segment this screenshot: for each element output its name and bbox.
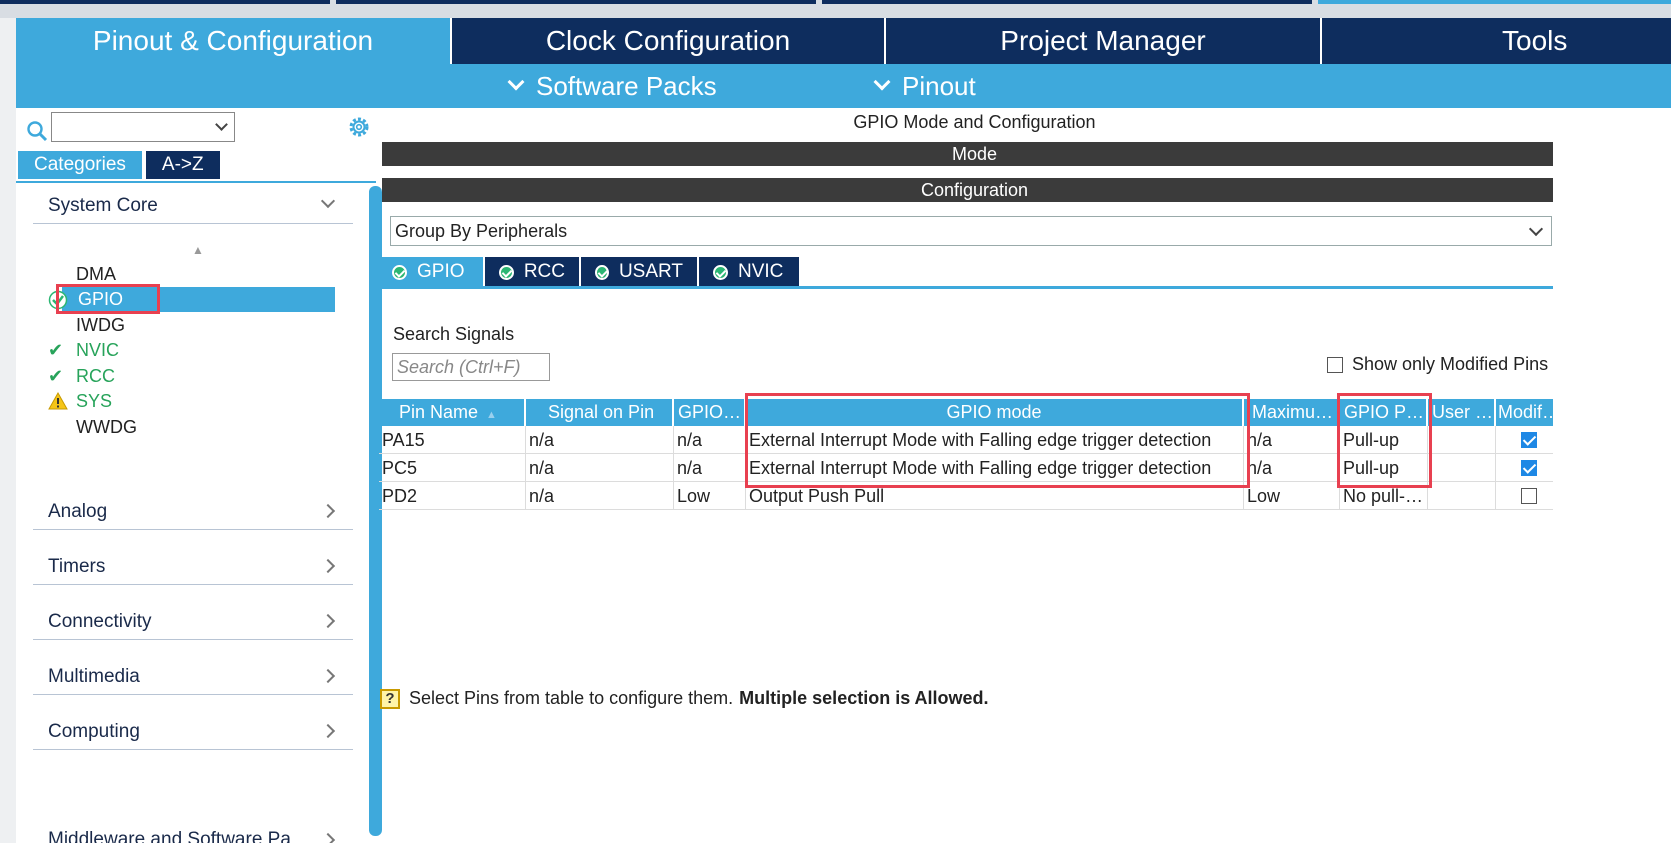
chevron-right-icon xyxy=(320,668,336,684)
col-header-user-label[interactable]: User … xyxy=(1428,399,1496,426)
chevron-right-icon xyxy=(320,723,336,739)
peripheral-tabs: GPIO RCC USART NVIC xyxy=(378,257,801,287)
cell-pin: PD2 xyxy=(379,482,526,510)
tab-categories[interactable]: Categories xyxy=(18,151,142,179)
check-icon: ✔ xyxy=(48,340,64,360)
check-circle-icon xyxy=(499,264,514,280)
highlight-box xyxy=(1337,393,1432,488)
check-circle-icon xyxy=(713,264,728,280)
tab-project-manager[interactable]: Project Manager xyxy=(886,18,1322,64)
warning-icon xyxy=(48,391,68,410)
list-item-dma[interactable]: DMA xyxy=(76,262,116,286)
chevron-down-icon xyxy=(320,193,336,209)
tab-nvic[interactable]: NVIC xyxy=(699,257,799,287)
chevron-down-icon xyxy=(1528,221,1544,237)
gear-icon[interactable] xyxy=(346,114,372,140)
divider xyxy=(378,286,1567,289)
category-system-core[interactable]: System Core xyxy=(33,188,353,224)
sort-icon: ▲ xyxy=(486,409,497,421)
col-header-pin-name[interactable]: Pin Name ▲ xyxy=(379,399,526,426)
check-circle-icon xyxy=(392,264,407,280)
category-connectivity[interactable]: Connectivity xyxy=(33,604,353,640)
search-label: Search Signals xyxy=(393,324,515,344)
tab-pinout-configuration[interactable]: Pinout & Configuration xyxy=(16,18,452,64)
col-header-gpio-output[interactable]: GPIO… xyxy=(674,399,746,426)
chevron-down-icon xyxy=(215,118,228,131)
highlight-box xyxy=(745,393,1250,488)
check-circle-icon xyxy=(595,264,609,280)
cell-signal: n/a xyxy=(526,482,674,510)
tab-gpio[interactable]: GPIO xyxy=(378,257,483,287)
modified-checkbox[interactable] xyxy=(1521,488,1537,504)
software-packs-menu[interactable]: Software Packs xyxy=(507,64,717,108)
tab-clock-configuration[interactable]: Clock Configuration xyxy=(452,18,886,64)
category-middleware[interactable]: Middleware and Software Pa xyxy=(33,768,353,843)
list-item-nvic[interactable]: ✔ NVIC xyxy=(48,338,119,362)
cell-pin: PA15 xyxy=(379,426,526,454)
list-item-rcc[interactable]: ✔ RCC xyxy=(48,364,115,388)
hint-message: ? Select Pins from table to configure th… xyxy=(380,688,989,709)
tab-usart[interactable]: USART xyxy=(581,257,697,287)
top-strip-segment xyxy=(336,0,816,4)
search-icon[interactable] xyxy=(26,120,48,142)
list-item-sys[interactable]: SYS xyxy=(48,389,112,413)
top-strip-segment xyxy=(0,0,330,4)
chevron-down-icon xyxy=(873,73,891,91)
cell-signal: n/a xyxy=(526,426,674,454)
top-strip-segment xyxy=(1318,0,1671,4)
left-gutter xyxy=(0,18,16,843)
right-panel: GPIO Mode and Configuration Mode Configu… xyxy=(378,108,1671,843)
modified-checkbox[interactable] xyxy=(1521,460,1537,476)
cell-speed: Low xyxy=(1244,482,1340,510)
mode-section-bar[interactable]: Mode xyxy=(382,142,1567,166)
cell-signal: n/a xyxy=(526,454,674,482)
search-select[interactable] xyxy=(51,112,235,142)
window-top-strip xyxy=(0,0,1671,18)
category-computing[interactable]: Computing xyxy=(33,714,353,750)
modified-checkbox[interactable] xyxy=(1521,432,1537,448)
cell-speed: n/a xyxy=(1244,426,1340,454)
main-tab-bar: Pinout & Configuration Clock Configurati… xyxy=(16,18,1671,64)
highlight-box xyxy=(56,284,160,314)
category-analog[interactable]: Analog xyxy=(33,494,353,530)
cell-output: n/a xyxy=(674,426,746,454)
help-icon: ? xyxy=(380,688,400,709)
category-timers[interactable]: Timers xyxy=(33,549,353,585)
cell-user xyxy=(1428,482,1496,510)
sub-menu-bar: Software Packs Pinout xyxy=(16,64,1671,108)
check-icon: ✔ xyxy=(48,366,64,386)
divider xyxy=(16,181,376,183)
col-header-signal[interactable]: Signal on Pin xyxy=(526,399,674,426)
configuration-section-bar[interactable]: Configuration xyxy=(382,178,1567,202)
tab-a-z[interactable]: A->Z xyxy=(145,151,220,179)
pinout-menu[interactable]: Pinout xyxy=(873,64,976,108)
cell-output: Low xyxy=(674,482,746,510)
cell-speed: n/a xyxy=(1244,454,1340,482)
page-title: GPIO Mode and Configuration xyxy=(853,112,1096,132)
chevron-right-icon xyxy=(320,503,336,519)
group-by-select[interactable]: Group By Peripherals xyxy=(390,216,1552,246)
category-tabs: Categories A->Z xyxy=(18,151,220,179)
col-header-max-speed[interactable]: Maximu… xyxy=(1244,399,1340,426)
chevron-right-icon xyxy=(320,613,336,629)
search-input[interactable]: Search (Ctrl+F) xyxy=(392,353,550,381)
cell-user xyxy=(1428,454,1496,482)
chevron-down-icon xyxy=(507,73,525,91)
top-strip-segment xyxy=(822,0,1312,4)
tab-tools[interactable]: Tools xyxy=(1322,18,1671,64)
cell-user xyxy=(1428,426,1496,454)
category-multimedia[interactable]: Multimedia xyxy=(33,659,353,695)
cell-output: n/a xyxy=(674,454,746,482)
tab-rcc[interactable]: RCC xyxy=(485,257,579,287)
chevron-right-icon xyxy=(320,558,336,574)
left-panel: Categories A->Z System Core ▲ DMA GPIO I… xyxy=(16,108,398,843)
sort-icon[interactable]: ▲ xyxy=(192,243,204,257)
show-modified-checkbox[interactable]: Show only Modified Pins xyxy=(1327,354,1548,375)
cell-pin: PC5 xyxy=(379,454,526,482)
right-edge-blank xyxy=(1553,108,1671,843)
chevron-right-icon xyxy=(320,832,336,843)
checkbox-icon xyxy=(1327,356,1343,373)
list-item-wwdg[interactable]: WWDG xyxy=(76,415,137,439)
list-item-iwdg[interactable]: IWDG xyxy=(76,313,125,337)
